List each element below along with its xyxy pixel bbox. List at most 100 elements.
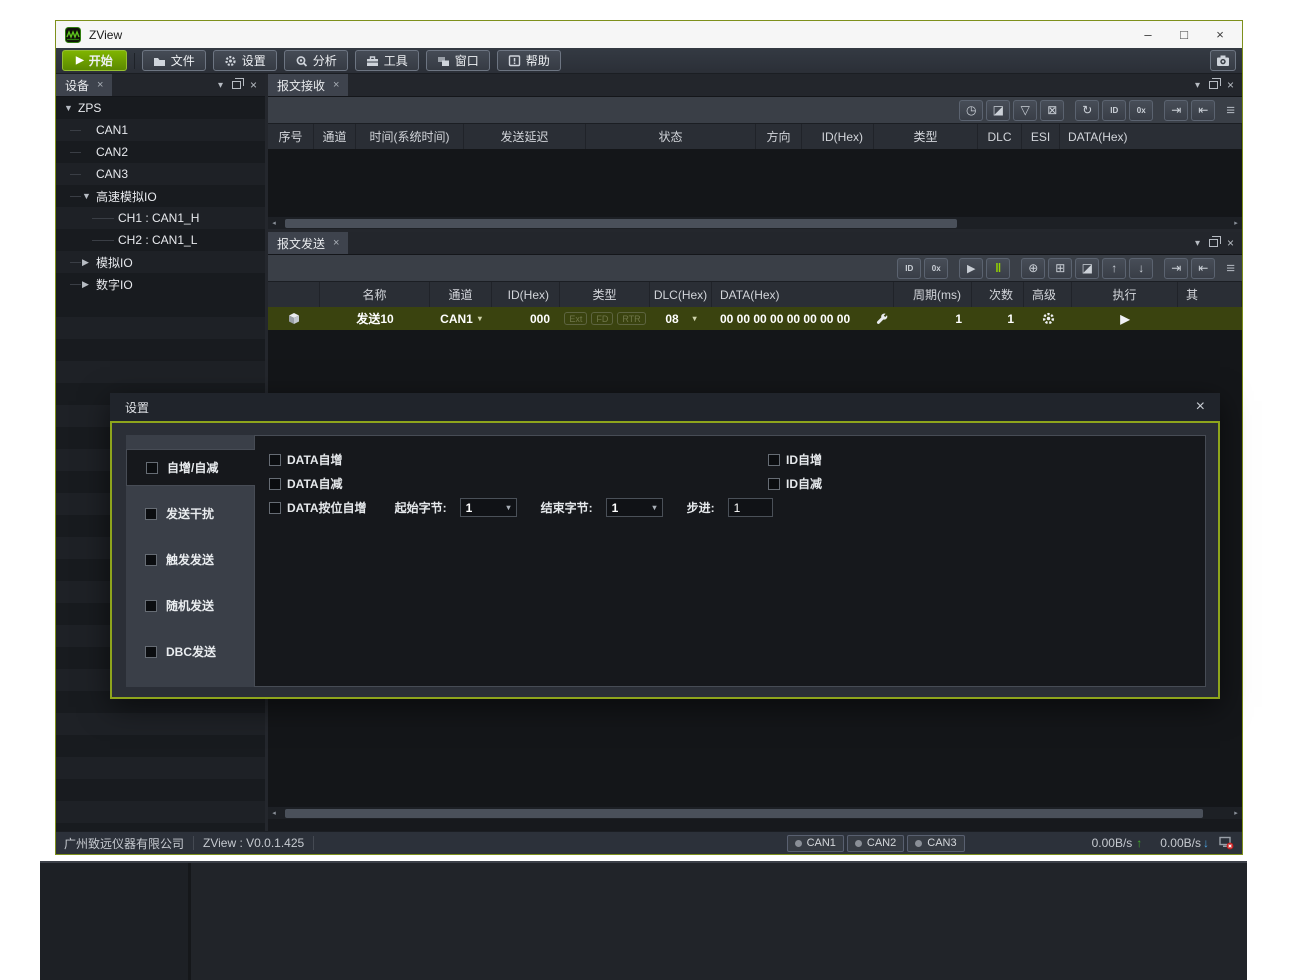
checkbox-icon[interactable] (145, 600, 157, 612)
col-status[interactable]: 状态 (586, 124, 756, 149)
frame-name[interactable]: 发送10 (320, 307, 430, 330)
scroll-thumb[interactable] (285, 219, 957, 228)
dlc-dropdown[interactable]: 08 ▾ (650, 307, 712, 330)
dialog-tab-send-interfere[interactable]: 发送干扰 (126, 495, 254, 532)
panel-float-icon[interactable] (1209, 239, 1218, 247)
maximize-button[interactable]: □ (1171, 25, 1197, 44)
receive-table-body[interactable] (268, 149, 1242, 216)
checkbox-icon[interactable] (145, 554, 157, 566)
tab-device[interactable]: 设备 × (56, 74, 112, 96)
wrench-icon[interactable] (875, 312, 894, 325)
move-up-icon[interactable]: ↑ (1102, 258, 1126, 279)
receive-hscrollbar[interactable]: ◂ ▸ (268, 216, 1242, 229)
clear-icon[interactable]: ◪ (1075, 258, 1099, 279)
scroll-right-icon[interactable]: ▸ (1230, 219, 1242, 227)
tree-item-digital-io[interactable]: ▶ 数字IO (56, 273, 265, 295)
advanced-cell[interactable] (1024, 307, 1072, 330)
checkbox-icon[interactable] (768, 454, 780, 466)
option-data-bitwise-increment[interactable]: DATA按位自增 起始字节: 1 ▾ 结束字节: 1 ▾ 步进: (269, 499, 1191, 516)
analysis-menu-button[interactable]: 分析 (284, 50, 348, 71)
col-channel[interactable]: 通道 (430, 282, 492, 307)
col-type[interactable]: 类型 (874, 124, 978, 149)
checkbox-icon[interactable] (145, 646, 157, 658)
play-icon[interactable]: ▶ (959, 258, 983, 279)
tree-item-zps[interactable]: ▼ ZPS (56, 97, 265, 119)
tree-item-ch1[interactable]: CH1 : CAN1_H (56, 207, 265, 229)
col-send-delay[interactable]: 发送延迟 (464, 124, 586, 149)
tree-item-can1[interactable]: CAN1 (56, 119, 265, 141)
checkbox-icon[interactable] (768, 478, 780, 490)
data-hex-icon[interactable]: 0x (924, 258, 948, 279)
dialog-tab-dbc-send[interactable]: DBC发送 (126, 633, 254, 670)
col-time[interactable]: 时间(系统时间) (356, 124, 464, 149)
can2-status-button[interactable]: CAN2 (847, 835, 904, 852)
panel-float-icon[interactable] (232, 81, 241, 89)
option-data-increment[interactable]: DATA自增 (269, 451, 1191, 468)
checkbox-icon[interactable] (269, 454, 281, 466)
add-frame-icon[interactable]: ⊕ (1021, 258, 1045, 279)
send-row-selected[interactable]: 发送10 CAN1 ▾ 000 Ext FD RTR 08 (268, 307, 1242, 330)
send-hscrollbar[interactable]: ◂ ▸ (268, 806, 1242, 819)
col-id-hex[interactable]: ID(Hex) (492, 282, 560, 307)
scroll-thumb[interactable] (285, 809, 1203, 818)
chevron-right-icon[interactable]: ▶ (82, 279, 96, 290)
fd-badge[interactable]: FD (591, 312, 613, 325)
network-disconnected-icon[interactable] (1219, 836, 1234, 850)
chevron-down-icon[interactable]: ▼ (64, 103, 78, 113)
col-name[interactable]: 名称 (320, 282, 430, 307)
refresh-time-icon[interactable]: ↻ (1075, 100, 1099, 121)
col-direction[interactable]: 方向 (756, 124, 802, 149)
row-play-icon[interactable]: ▶ (1120, 312, 1129, 326)
screenshot-button[interactable] (1210, 50, 1236, 71)
panel-close-icon[interactable]: × (1227, 78, 1234, 92)
tree-item-ch2[interactable]: CH2 : CAN1_L (56, 229, 265, 251)
menu-icon[interactable]: ≡ (1226, 260, 1235, 277)
col-dlc-hex[interactable]: DLC(Hex) (650, 282, 712, 307)
erase-icon[interactable]: ⊠ (1040, 100, 1064, 121)
checkbox-icon[interactable] (146, 462, 158, 474)
add-list-icon[interactable]: ⊞ (1048, 258, 1072, 279)
tools-menu-button[interactable]: 工具 (355, 50, 419, 71)
move-down-icon[interactable]: ↓ (1129, 258, 1153, 279)
col-frame-icon[interactable] (268, 282, 320, 307)
end-byte-select[interactable]: 1 ▾ (606, 498, 663, 517)
import-icon[interactable]: ⇤ (1191, 258, 1215, 279)
channel-dropdown[interactable]: CAN1 ▾ (430, 307, 492, 330)
col-id-hex[interactable]: ID(Hex) (802, 124, 874, 149)
col-seq[interactable]: 序号 (268, 124, 314, 149)
minimize-button[interactable]: – (1135, 25, 1161, 44)
count-value[interactable]: 1 (972, 307, 1024, 330)
start-byte-select[interactable]: 1 ▾ (460, 498, 517, 517)
frame-cell[interactable] (268, 307, 320, 330)
tab-send[interactable]: 报文发送 × (268, 232, 348, 254)
file-menu-button[interactable]: 文件 (142, 50, 206, 71)
col-count[interactable]: 次数 (972, 282, 1024, 307)
checkbox-icon[interactable] (269, 478, 281, 490)
panel-close-icon[interactable]: × (1227, 236, 1234, 250)
scroll-left-icon[interactable]: ◂ (268, 219, 280, 227)
tab-close-icon[interactable]: × (333, 237, 339, 249)
settings-menu-button[interactable]: 设置 (213, 50, 277, 71)
dialog-tab-trigger-send[interactable]: 触发发送 (126, 541, 254, 578)
window-menu-button[interactable]: 窗口 (426, 50, 490, 71)
dialog-tab-random-send[interactable]: 随机发送 (126, 587, 254, 624)
checkbox-icon[interactable] (269, 502, 281, 514)
tree-item-analog-io[interactable]: ▶ 模拟IO (56, 251, 265, 273)
execute-cell[interactable]: ▶ (1072, 307, 1178, 330)
checkbox-icon[interactable] (145, 508, 157, 520)
help-menu-button[interactable]: 帮助 (497, 50, 561, 71)
panel-dropdown-icon[interactable]: ▾ (1195, 238, 1200, 249)
import-icon[interactable]: ⇤ (1191, 100, 1215, 121)
filter-icon[interactable]: ▽ (1013, 100, 1037, 121)
panel-dropdown-icon[interactable]: ▾ (218, 80, 223, 91)
tab-receive[interactable]: 报文接收 × (268, 74, 348, 96)
time-format-icon[interactable]: ◷ (959, 100, 983, 121)
col-data-hex[interactable]: DATA(Hex) (1060, 124, 1242, 149)
ext-badge[interactable]: Ext (564, 312, 587, 325)
id-hex-icon[interactable]: ID (897, 258, 921, 279)
data-hex-icon[interactable]: 0x (1129, 100, 1153, 121)
option-data-decrement[interactable]: DATA自减 (269, 475, 1191, 492)
chevron-right-icon[interactable]: ▶ (82, 257, 96, 268)
id-hex-icon[interactable]: ID (1102, 100, 1126, 121)
option-id-increment[interactable]: ID自增 (768, 451, 822, 468)
